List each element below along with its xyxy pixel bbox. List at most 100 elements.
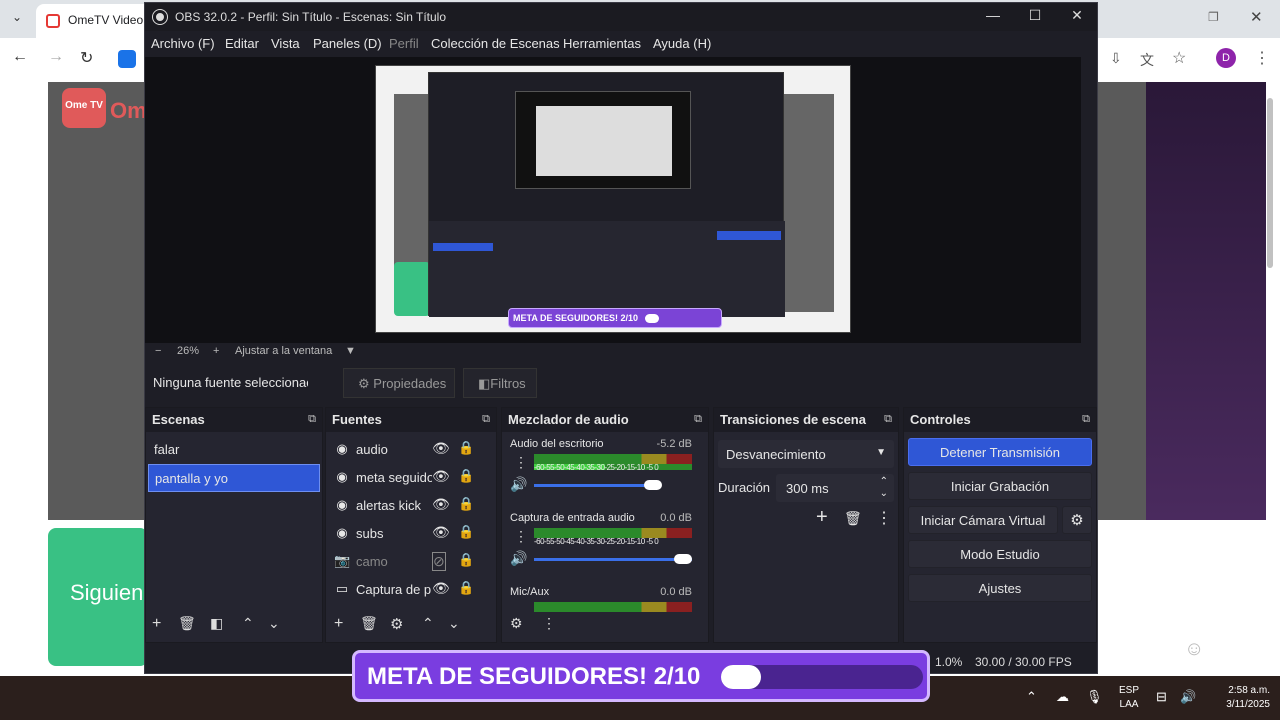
restore-icon[interactable]: ❐	[1208, 10, 1219, 24]
lock-icon[interactable]: 🔒	[458, 580, 474, 596]
menu-editar[interactable]: Editar	[225, 36, 259, 51]
volume-slider-knob[interactable]	[644, 480, 662, 490]
source-item[interactable]: ◉ meta seguido 👁 🔒	[332, 464, 482, 492]
properties-button[interactable]: ⚙ Propiedades	[343, 368, 455, 398]
virtual-camera-settings-icon[interactable]: ⚙	[1062, 506, 1092, 534]
speaker-icon[interactable]: 🔊	[510, 476, 527, 493]
stepper-icon[interactable]: ⌃ ⌄	[880, 476, 888, 500]
scene-item-selected[interactable]: pantalla y yo	[148, 464, 320, 492]
move-up-icon[interactable]: ⌃	[422, 615, 434, 632]
forward-icon[interactable]: →	[48, 48, 64, 66]
visibility-eye-icon[interactable]: 👁	[432, 580, 450, 597]
minimize-icon[interactable]: —	[983, 7, 1003, 23]
speaker-icon[interactable]: 🔊	[510, 550, 527, 567]
next-button[interactable]: Siguien	[48, 528, 148, 666]
channel-menu-icon[interactable]: ⋮	[514, 528, 528, 545]
menu-icon[interactable]: ⋮	[1254, 48, 1270, 68]
move-up-icon[interactable]: ⌃	[242, 615, 254, 632]
site-camera-icon[interactable]	[118, 50, 136, 68]
mixer-settings-icon[interactable]: ⚙	[510, 615, 523, 632]
preview-area[interactable]: META DE SEGUIDORES! 2/10	[145, 57, 1081, 343]
visibility-eye-icon[interactable]: 👁	[432, 468, 450, 485]
menu-perfil[interactable]: Perfil	[389, 36, 419, 51]
scrollbar[interactable]	[1266, 88, 1274, 668]
back-icon[interactable]: ←	[12, 48, 28, 66]
volume-slider[interactable]	[534, 484, 654, 487]
filters-button[interactable]: ◧Filtros	[463, 368, 537, 398]
lock-icon[interactable]: 🔒	[458, 552, 474, 568]
transition-select[interactable]: Desvanecimiento ▼	[718, 440, 894, 468]
language-indicator[interactable]: ESP LAA	[1116, 684, 1142, 712]
tab-list-icon[interactable]: ⌄	[12, 10, 22, 24]
add-icon[interactable]: +	[334, 615, 343, 633]
visibility-eye-icon[interactable]: 👁	[432, 440, 450, 457]
menu-herramientas[interactable]: Herramientas	[563, 36, 641, 51]
duration-input[interactable]: 300 ms ⌃ ⌄	[776, 474, 894, 502]
stop-stream-button[interactable]: Detener Transmisión	[908, 438, 1092, 466]
volume-slider-knob[interactable]	[674, 554, 692, 564]
zoom-dropdown-icon[interactable]: ▼	[345, 345, 356, 357]
undock-icon[interactable]: ⧉	[1082, 413, 1090, 426]
source-item[interactable]: ▭ Captura de p 👁 🔒	[332, 576, 482, 604]
trash-icon[interactable]: 🗑	[844, 510, 862, 527]
filter-icon[interactable]: ◧	[210, 615, 223, 632]
sources-toolbar: + 🗑 ⚙ ⌃ ⌄	[326, 612, 496, 642]
undock-icon[interactable]: ⧉	[308, 413, 316, 426]
move-down-icon[interactable]: ⌄	[448, 615, 460, 632]
menu-vista[interactable]: Vista	[271, 36, 300, 51]
emoji-icon[interactable]: ☺	[1184, 638, 1204, 661]
menu-paneles[interactable]: Paneles (D)	[313, 36, 382, 51]
speaker-icon[interactable]: 🔊	[1180, 690, 1196, 704]
undock-icon[interactable]: ⧉	[884, 413, 892, 426]
source-item[interactable]: ◉ audio 👁 🔒	[332, 436, 482, 464]
start-record-button[interactable]: Iniciar Grabación	[908, 472, 1092, 500]
lock-icon[interactable]: 🔒	[458, 440, 474, 456]
lock-icon[interactable]: 🔒	[458, 468, 474, 484]
menu-coleccion[interactable]: Colección de Escenas	[431, 36, 560, 51]
add-icon[interactable]: +	[816, 506, 828, 529]
settings-button[interactable]: Ajustes	[908, 574, 1092, 602]
close-icon[interactable]: ✕	[1250, 8, 1263, 26]
lock-icon[interactable]: 🔒	[458, 496, 474, 512]
browser-tab[interactable]: OmeTV Video C	[36, 4, 156, 38]
install-icon[interactable]: ⇩	[1110, 50, 1122, 67]
more-icon[interactable]: ⋮	[542, 615, 556, 632]
mic-icon[interactable]: 🎙	[1086, 690, 1103, 704]
trash-icon[interactable]: 🗑	[360, 615, 378, 632]
undock-icon[interactable]: ⧉	[482, 413, 490, 426]
source-item-hidden[interactable]: 📷 camo ⊘ 🔒	[332, 548, 482, 576]
clock[interactable]: 2:58 a.m. 3/11/2025	[1206, 684, 1270, 712]
visibility-eye-icon[interactable]: 👁	[432, 524, 450, 541]
bookmark-star-icon[interactable]: ☆	[1172, 48, 1186, 68]
studio-mode-button[interactable]: Modo Estudio	[908, 540, 1092, 568]
zoom-out-button[interactable]: −	[155, 345, 161, 357]
menu-archivo[interactable]: Archivo (F)	[151, 36, 215, 51]
lock-icon[interactable]: 🔒	[458, 524, 474, 540]
window-title: OBS 32.0.2 - Perfil: Sin Título - Escena…	[175, 10, 447, 24]
zoom-in-button[interactable]: +	[213, 345, 219, 357]
gear-icon[interactable]: ⚙	[390, 615, 403, 633]
tray-chevron-icon[interactable]: ⌃	[1026, 690, 1037, 704]
menu-ayuda[interactable]: Ayuda (H)	[653, 36, 711, 51]
virtual-camera-button[interactable]: Iniciar Cámara Virtual	[908, 506, 1058, 534]
scene-item[interactable]: falar	[148, 436, 320, 464]
move-down-icon[interactable]: ⌄	[268, 615, 280, 632]
fit-window-label[interactable]: Ajustar a la ventana	[235, 345, 332, 357]
visibility-eye-icon[interactable]: 👁	[432, 496, 450, 513]
undock-icon[interactable]: ⧉	[694, 413, 702, 426]
maximize-icon[interactable]: ☐	[1025, 7, 1045, 24]
network-icon[interactable]: ⊟	[1156, 690, 1167, 704]
trash-icon[interactable]: 🗑	[178, 615, 196, 632]
more-icon[interactable]: ⋮	[876, 508, 892, 528]
source-item[interactable]: ◉ alertas kick 👁 🔒	[332, 492, 482, 520]
volume-slider[interactable]	[534, 558, 692, 561]
translate-icon[interactable]: 文	[1140, 50, 1154, 70]
channel-menu-icon[interactable]: ⋮	[514, 454, 528, 471]
close-icon[interactable]: ✕	[1067, 7, 1087, 24]
reload-icon[interactable]: ↻	[80, 48, 93, 68]
profile-avatar[interactable]: D	[1216, 48, 1236, 68]
add-icon[interactable]: +	[152, 615, 161, 633]
cloud-icon[interactable]: ☁	[1056, 690, 1069, 704]
hidden-eye-icon[interactable]: ⊘	[432, 552, 446, 571]
source-item[interactable]: ◉ subs 👁 🔒	[332, 520, 482, 548]
